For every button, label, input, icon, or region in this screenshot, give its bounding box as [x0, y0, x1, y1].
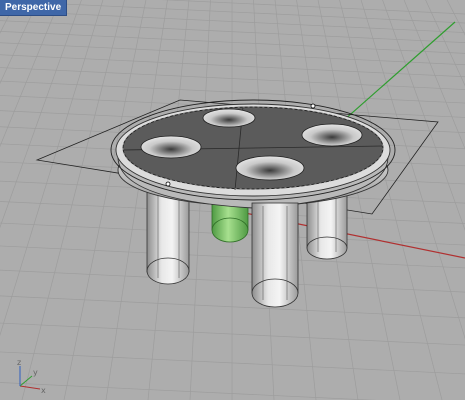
- control-point[interactable]: [165, 181, 171, 187]
- grid-line: [0, 80, 465, 104]
- axis-gizmo: x y z: [17, 358, 46, 395]
- grid-line: [0, 0, 104, 337]
- grid-line: [0, 322, 465, 346]
- 3d-scene[interactable]: [0, 0, 465, 400]
- perspective-viewport[interactable]: Perspective x y z: [0, 0, 465, 400]
- socket-back[interactable]: [202, 108, 256, 128]
- grid-line: [0, 67, 465, 90]
- gizmo-y-label: y: [33, 368, 38, 377]
- grid-line: [446, 0, 465, 36]
- grid-line: [0, 10, 465, 33]
- socket-front[interactable]: [235, 155, 305, 181]
- grid-line: [0, 269, 465, 293]
- control-point[interactable]: [310, 103, 316, 109]
- grid-line: [0, 54, 465, 78]
- grid-line: [360, 0, 465, 340]
- gizmo-x-axis: [19, 385, 41, 390]
- grid-line: [425, 0, 465, 87]
- grid-line: [403, 0, 465, 150]
- grid-line: [0, 382, 377, 400]
- gizmo-y-axis: [19, 375, 33, 387]
- grid-line: [0, 0, 18, 34]
- grid-line: [0, 245, 465, 269]
- viewport-title-tab[interactable]: Perspective: [0, 0, 68, 16]
- leg-front-center[interactable]: [251, 202, 299, 308]
- grid-line: [0, 0, 82, 229]
- grid-line: [0, 295, 465, 319]
- socket-left[interactable]: [140, 135, 202, 159]
- gizmo-x-label: x: [41, 386, 46, 395]
- grid-line: [0, 42, 465, 66]
- grid-line: [0, 0, 39, 85]
- grid-line: [0, 0, 465, 24]
- grid-line: [0, 0, 61, 148]
- gizmo-z-label: z: [17, 358, 21, 367]
- socket-right[interactable]: [301, 123, 363, 147]
